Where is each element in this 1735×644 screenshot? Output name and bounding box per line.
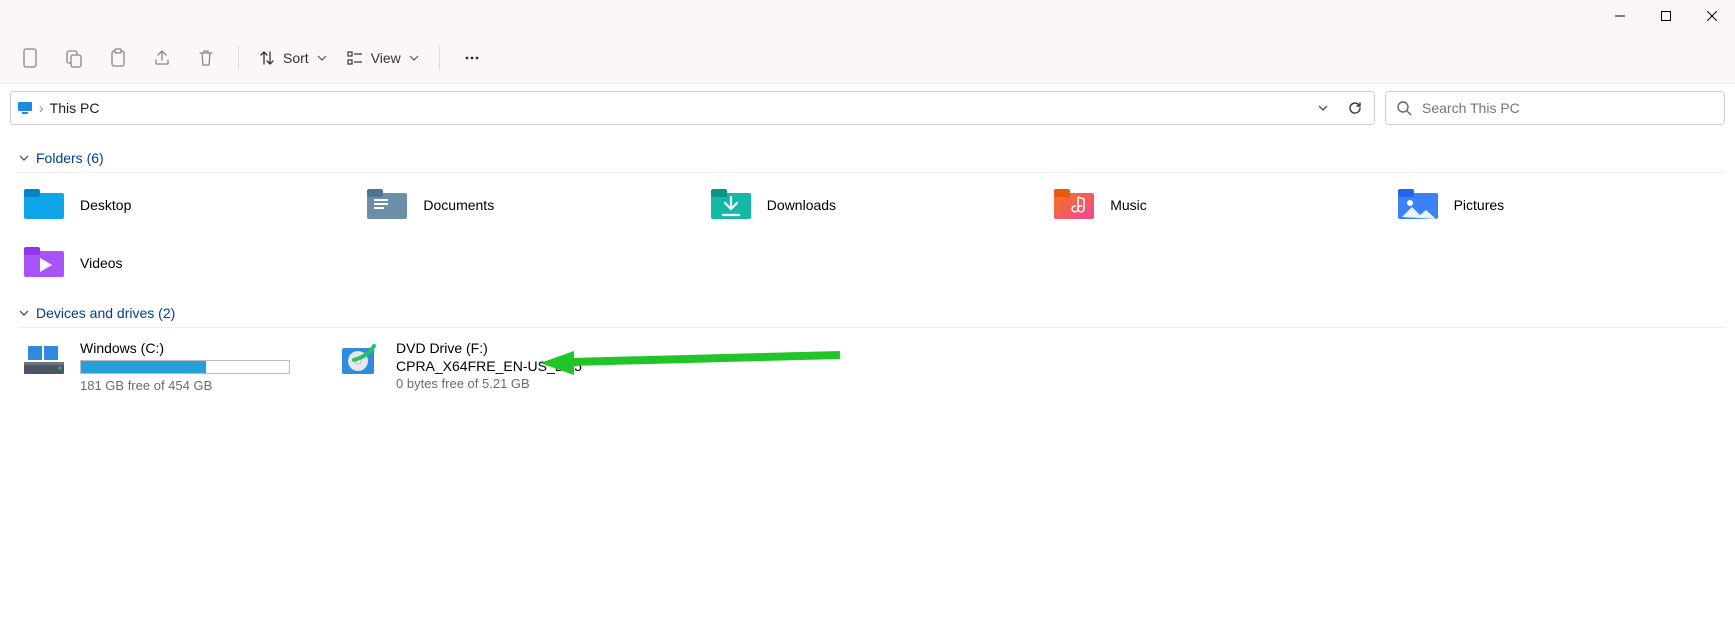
folder-label: Videos xyxy=(80,255,123,271)
pictures-icon xyxy=(1396,187,1440,223)
maximize-button[interactable] xyxy=(1643,0,1689,32)
search-icon xyxy=(1396,100,1412,116)
sort-label: Sort xyxy=(283,50,309,66)
drives-group-header[interactable]: Devices and drives (2) xyxy=(18,299,1725,328)
drives-row: Windows (C:) 181 GB free of 454 GB DVD D… xyxy=(18,336,1725,397)
folders-group-header[interactable]: Folders (6) xyxy=(18,144,1725,173)
separator xyxy=(439,46,440,70)
drive-status: 181 GB free of 454 GB xyxy=(80,378,290,393)
minimize-button[interactable] xyxy=(1597,0,1643,32)
this-pc-icon xyxy=(17,100,33,116)
sort-icon xyxy=(259,50,275,66)
copy-icon xyxy=(64,48,84,68)
view-icon xyxy=(347,50,363,66)
folder-label: Music xyxy=(1110,197,1147,213)
more-button[interactable] xyxy=(452,40,492,76)
sort-button[interactable]: Sort xyxy=(251,40,335,76)
share-button[interactable] xyxy=(142,40,182,76)
folder-desktop[interactable]: Desktop xyxy=(18,181,351,229)
separator xyxy=(238,46,239,70)
folder-label: Downloads xyxy=(767,197,836,213)
documents-icon xyxy=(365,187,409,223)
chevron-down-icon xyxy=(18,307,30,319)
drive-status: 0 bytes free of 5.21 GB xyxy=(396,376,582,391)
search-box[interactable] xyxy=(1385,91,1725,125)
folder-documents[interactable]: Documents xyxy=(361,181,694,229)
desktop-icon xyxy=(22,187,66,223)
folders-grid: Desktop Documents Downloads Music Pictur… xyxy=(18,181,1725,287)
folder-label: Pictures xyxy=(1454,197,1505,213)
view-button[interactable]: View xyxy=(339,40,427,76)
delete-button[interactable] xyxy=(186,40,226,76)
drives-group-label: Devices and drives (2) xyxy=(36,305,175,321)
refresh-icon xyxy=(1347,100,1363,116)
refresh-button[interactable] xyxy=(1342,95,1368,121)
maximize-icon xyxy=(1661,11,1671,21)
paste-button[interactable] xyxy=(98,40,138,76)
videos-icon xyxy=(22,245,66,281)
folder-music[interactable]: Music xyxy=(1048,181,1381,229)
address-location: This PC xyxy=(50,100,1304,116)
minimize-icon xyxy=(1615,11,1625,21)
folder-videos[interactable]: Videos xyxy=(18,239,351,287)
close-button[interactable] xyxy=(1689,0,1735,32)
copy-button[interactable] xyxy=(54,40,94,76)
music-icon xyxy=(1052,187,1096,223)
folder-pictures[interactable]: Pictures xyxy=(1392,181,1725,229)
more-icon xyxy=(464,50,480,66)
drive-dvd[interactable]: DVD Drive (F:) CPRA_X64FRE_EN-US_DV5 0 b… xyxy=(334,336,634,397)
address-bar[interactable]: › This PC xyxy=(10,91,1375,125)
drive-name-line2: CPRA_X64FRE_EN-US_DV5 xyxy=(396,358,582,374)
hdd-icon xyxy=(22,342,66,378)
chevron-down-icon xyxy=(409,53,419,63)
address-row: › This PC xyxy=(0,84,1735,132)
downloads-icon xyxy=(709,187,753,223)
content-area: Folders (6) Desktop Documents Downloads … xyxy=(0,132,1735,397)
folder-label: Documents xyxy=(423,197,494,213)
search-input[interactable] xyxy=(1422,100,1714,116)
new-icon xyxy=(21,47,39,69)
address-dropdown-button[interactable] xyxy=(1310,95,1336,121)
breadcrumb-separator: › xyxy=(39,100,44,116)
drive-info: Windows (C:) 181 GB free of 454 GB xyxy=(80,340,290,393)
dvd-icon xyxy=(338,342,382,378)
chevron-down-icon xyxy=(317,53,327,63)
folder-downloads[interactable]: Downloads xyxy=(705,181,1038,229)
paste-icon xyxy=(108,48,128,68)
delete-icon xyxy=(196,48,216,68)
drive-name: Windows (C:) xyxy=(80,340,290,356)
title-bar xyxy=(0,0,1735,32)
chevron-down-icon xyxy=(18,152,30,164)
drive-name-line1: DVD Drive (F:) xyxy=(396,340,582,356)
view-label: View xyxy=(371,50,401,66)
share-icon xyxy=(152,48,172,68)
drive-usage-bar xyxy=(80,360,290,374)
command-bar: Sort View xyxy=(0,32,1735,84)
folder-label: Desktop xyxy=(80,197,131,213)
drive-info: DVD Drive (F:) CPRA_X64FRE_EN-US_DV5 0 b… xyxy=(396,340,582,393)
drive-c[interactable]: Windows (C:) 181 GB free of 454 GB xyxy=(18,336,318,397)
close-icon xyxy=(1707,11,1717,21)
folders-group-label: Folders (6) xyxy=(36,150,104,166)
chevron-down-icon xyxy=(1317,102,1329,114)
new-button[interactable] xyxy=(10,40,50,76)
